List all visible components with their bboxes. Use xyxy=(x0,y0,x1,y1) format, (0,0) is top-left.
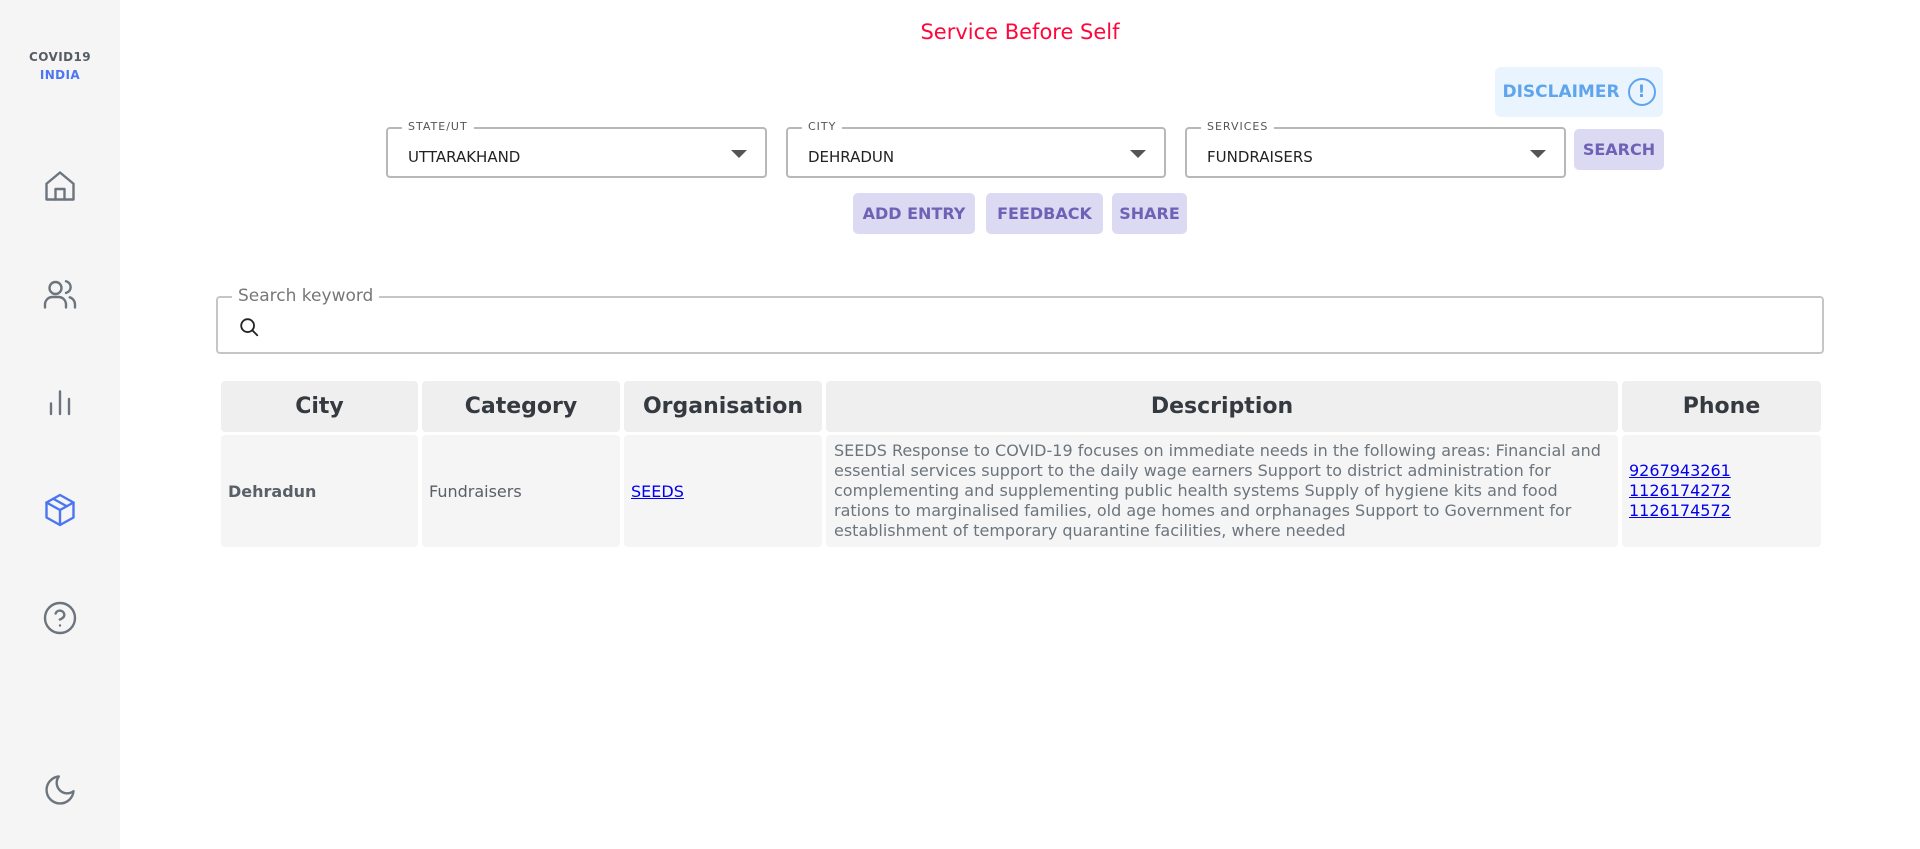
table-row-description: SEEDS Response to COVID-19 focuses on im… xyxy=(826,435,1618,547)
organisation-link[interactable]: SEEDS xyxy=(631,482,684,501)
phone-link[interactable]: 9267943261 xyxy=(1629,461,1731,481)
state-select[interactable]: STATE/UT UTTARAKHAND xyxy=(386,120,767,178)
column-header-organisation[interactable]: Organisation xyxy=(624,381,822,432)
bar-chart-icon xyxy=(49,390,71,416)
state-select-label: STATE/UT xyxy=(402,120,474,133)
disclaimer-label: DISCLAIMER xyxy=(1502,82,1620,102)
city-select-value: DEHRADUN xyxy=(808,148,895,166)
app: COVID19 INDIA Service Before Self DISCLA… xyxy=(0,0,1920,849)
home-icon xyxy=(45,171,75,201)
search-icon xyxy=(238,316,260,338)
table-row-phone: 9267943261 1126174272 1126174572 xyxy=(1622,435,1821,547)
column-header-phone[interactable]: Phone xyxy=(1622,381,1821,432)
info-icon: ! xyxy=(1627,78,1656,106)
keyword-search[interactable]: Search keyword xyxy=(216,286,1824,354)
column-header-description[interactable]: Description xyxy=(826,381,1618,432)
column-header-category[interactable]: Category xyxy=(422,381,620,432)
box-icon xyxy=(45,493,75,527)
table-row-organisation: SEEDS xyxy=(624,435,822,547)
moon-icon xyxy=(45,775,75,805)
phone-list: 9267943261 1126174272 1126174572 xyxy=(1622,461,1731,521)
state-select-value: UTTARAKHAND xyxy=(408,148,521,166)
services-select-label: SERVICES xyxy=(1201,120,1275,133)
city-select[interactable]: CITY DEHRADUN xyxy=(786,120,1166,178)
nav-stats[interactable] xyxy=(38,380,82,424)
chevron-down-icon xyxy=(1530,150,1546,158)
nav-help[interactable] xyxy=(38,596,82,640)
cell-description: SEEDS Response to COVID-19 focuses on im… xyxy=(834,441,1601,540)
cell-city: Dehradun xyxy=(228,481,317,501)
logo[interactable]: COVID19 INDIA xyxy=(0,48,120,84)
logo-line2: INDIA xyxy=(39,68,81,82)
column-header-city[interactable]: City xyxy=(221,381,418,432)
city-select-label: CITY xyxy=(802,120,843,133)
services-select[interactable]: SERVICES FUNDRAISERS xyxy=(1185,120,1566,178)
cell-category: Fundraisers xyxy=(429,481,522,501)
nav-resources[interactable] xyxy=(38,488,82,532)
chevron-down-icon xyxy=(1130,150,1146,158)
help-icon xyxy=(43,601,77,635)
phone-link[interactable]: 1126174572 xyxy=(1629,501,1731,521)
nav-home[interactable] xyxy=(38,164,82,208)
share-button[interactable]: SHARE xyxy=(1112,193,1187,234)
phone-link[interactable]: 1126174272 xyxy=(1629,481,1731,501)
logo-line1: COVID19 xyxy=(29,50,91,64)
table-row-city: Dehradun xyxy=(221,435,418,547)
users-icon xyxy=(43,280,77,309)
keyword-search-input[interactable] xyxy=(272,310,1792,342)
services-select-value: FUNDRAISERS xyxy=(1207,148,1313,166)
chevron-down-icon xyxy=(731,150,747,158)
keyword-search-label: Search keyword xyxy=(232,286,380,306)
search-button[interactable]: SEARCH xyxy=(1574,129,1664,170)
disclaimer-button[interactable]: DISCLAIMER ! xyxy=(1495,67,1663,117)
table-row-category: Fundraisers xyxy=(422,435,620,547)
nav-theme-toggle[interactable] xyxy=(38,768,82,812)
page-tagline: Service Before Self xyxy=(920,20,1120,44)
nav-volunteers[interactable] xyxy=(38,272,82,316)
add-entry-button[interactable]: ADD ENTRY xyxy=(853,193,975,234)
sidebar: COVID19 INDIA xyxy=(0,0,120,849)
feedback-button[interactable]: FEEDBACK xyxy=(986,193,1103,234)
